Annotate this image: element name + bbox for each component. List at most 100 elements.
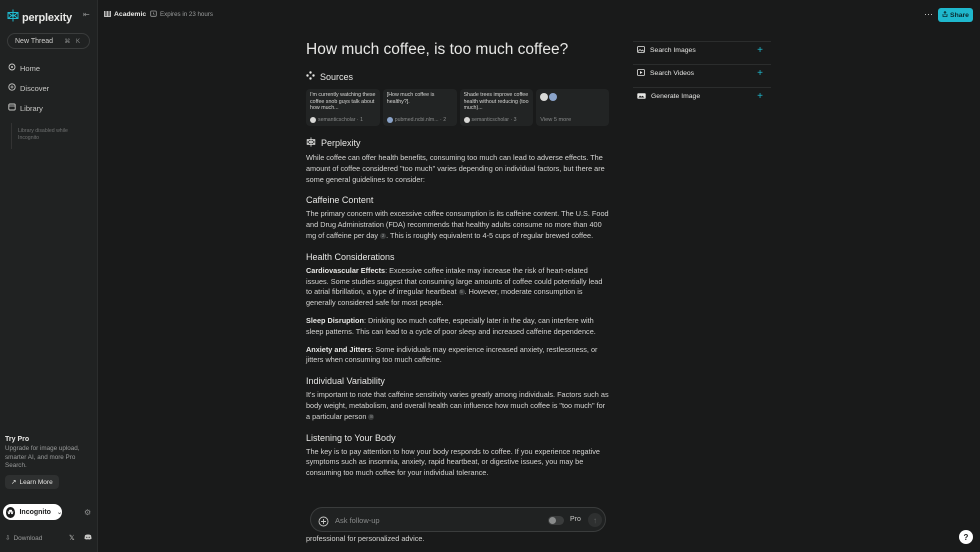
paragraph-end: professional for personalized advice. bbox=[306, 534, 425, 543]
more-options-icon[interactable]: ⋯ bbox=[924, 9, 933, 20]
view-more-sources[interactable]: View 5 more bbox=[536, 89, 609, 126]
download-icon[interactable]: ⇩ bbox=[5, 534, 10, 542]
share-icon bbox=[942, 10, 948, 19]
favicon-icon bbox=[540, 93, 549, 101]
source-meta-text: semanticscholar · 1 bbox=[318, 117, 363, 123]
favicon-icon bbox=[310, 117, 316, 123]
heading-caffeine-content: Caffeine Content bbox=[306, 195, 374, 206]
sources-icon bbox=[306, 71, 315, 82]
pro-label: Pro bbox=[570, 516, 581, 523]
favicon-stack bbox=[540, 93, 605, 101]
paragraph-listening: The key is to pay attention to how your … bbox=[306, 446, 600, 478]
gear-icon[interactable]: ⚙ bbox=[84, 508, 91, 517]
paragraph-cardio: Cardiovascular Effects: Excessive coffee… bbox=[306, 266, 609, 309]
image-icon bbox=[637, 46, 645, 55]
generate-image-label: Generate Image bbox=[651, 93, 701, 100]
sources-list: I'm currently watching these coffee snob… bbox=[306, 89, 609, 126]
help-button[interactable]: ? bbox=[959, 530, 973, 544]
source-title: I'm currently watching these coffee snob… bbox=[310, 92, 376, 111]
share-label: Share bbox=[950, 11, 969, 19]
source-meta: semanticscholar · 1 bbox=[310, 117, 363, 123]
answer-intro: While coffee can offer health benefits, … bbox=[306, 153, 605, 184]
sidebar-item-label: Home bbox=[20, 63, 41, 73]
share-button[interactable]: Share bbox=[938, 8, 973, 22]
toggle-knob bbox=[549, 517, 556, 524]
favicon-icon bbox=[386, 117, 393, 123]
search-videos-button[interactable]: Search Videos + bbox=[633, 64, 771, 82]
incognito-toggle[interactable]: Incognito ⌄ bbox=[3, 504, 62, 520]
answer-header: Perplexity bbox=[306, 137, 609, 149]
new-thread-label: New Thread bbox=[15, 37, 54, 45]
source-meta-text: pubmed.ncbi.nlm... · 2 bbox=[394, 117, 447, 123]
search-videos-label: Search Videos bbox=[650, 70, 695, 77]
sidebar-item-library[interactable]: Library bbox=[8, 103, 43, 113]
sidebar-item-label: Library bbox=[20, 103, 43, 113]
source-card[interactable]: Shade trees improve coffee health withou… bbox=[459, 89, 534, 126]
library-icon bbox=[8, 103, 16, 113]
paragraph-anxiety: Anxiety and Jitters: Some individuals ma… bbox=[306, 345, 609, 367]
academic-icon bbox=[104, 10, 111, 19]
favicon-icon bbox=[549, 93, 558, 101]
search-images-label: Search Images bbox=[650, 47, 696, 54]
compass-icon bbox=[8, 83, 16, 93]
sidebar-item-label: Discover bbox=[20, 83, 50, 93]
sidebar-footer: ⇩ Download 𝕏 bbox=[5, 534, 93, 542]
source-meta: semanticscholar · 3 bbox=[463, 117, 517, 123]
x-icon[interactable]: 𝕏 bbox=[69, 534, 75, 542]
try-pro-title: Try Pro bbox=[5, 436, 30, 443]
citation-badge[interactable]: 8 bbox=[368, 413, 375, 420]
collapse-sidebar-icon[interactable]: ⇤ bbox=[83, 10, 90, 19]
sidebar-item-discover[interactable]: Discover bbox=[8, 83, 49, 93]
incognito-icon bbox=[6, 506, 16, 518]
top-bar: Academic Expires in 23 hours ⋯ Share bbox=[98, 0, 980, 30]
chevron-down-icon: ⌄ bbox=[56, 509, 62, 516]
new-thread-button[interactable]: New Thread ⌘ K bbox=[7, 33, 90, 49]
answer-label: Perplexity bbox=[321, 138, 361, 148]
paragraph-variability: It's important to note that caffeine sen… bbox=[306, 390, 609, 422]
heading-listening: Listening to Your Body bbox=[306, 432, 396, 443]
try-pro-panel: Try Pro Upgrade for image upload, smarte… bbox=[5, 436, 93, 471]
pro-toggle[interactable] bbox=[548, 516, 564, 525]
perplexity-icon bbox=[306, 137, 316, 149]
paragraph-sleep: Sleep Disruption: Drinking too much coff… bbox=[306, 316, 609, 338]
heading-health-considerations: Health Considerations bbox=[306, 251, 395, 262]
video-icon bbox=[637, 69, 645, 78]
try-pro-description: Upgrade for image upload, smarter AI, an… bbox=[5, 445, 80, 469]
incognito-label: Incognito bbox=[19, 508, 51, 516]
generate-image-button[interactable]: Generate Image + bbox=[633, 87, 771, 105]
download-link[interactable]: Download bbox=[13, 535, 42, 542]
focus-mode-academic[interactable]: Academic bbox=[104, 10, 146, 19]
expires-text: Expires in 23 hours bbox=[160, 11, 213, 18]
attach-icon[interactable] bbox=[318, 514, 329, 532]
sources-label: Sources bbox=[320, 71, 354, 82]
search-images-button[interactable]: Search Images + bbox=[633, 41, 771, 59]
plus-icon: + bbox=[757, 68, 763, 79]
paragraph-text: . This is roughly equivalent to 4-5 cups… bbox=[386, 230, 594, 240]
heading-individual-variability: Individual Variability bbox=[306, 376, 385, 387]
source-card[interactable]: [How much coffee is healthy?]. pubmed.nc… bbox=[382, 89, 457, 126]
logo[interactable]: perplexity bbox=[7, 9, 72, 27]
learn-more-label: Learn More bbox=[19, 478, 53, 486]
sidebar-item-home[interactable]: Home bbox=[8, 63, 40, 73]
source-title: Shade trees improve coffee health withou… bbox=[463, 92, 529, 111]
source-meta-text: semanticscholar · 3 bbox=[471, 117, 517, 123]
question-title: How much coffee, is too much coffee? bbox=[306, 41, 569, 58]
generate-image-icon bbox=[637, 92, 646, 101]
ask-followup-input[interactable] bbox=[335, 513, 515, 527]
sources-header: Sources bbox=[306, 71, 609, 82]
expires-indicator: Expires in 23 hours bbox=[150, 10, 213, 19]
submit-button[interactable]: ↑ bbox=[588, 513, 602, 527]
sidebar: perplexity ⇤ New Thread ⌘ K Home Discove… bbox=[0, 0, 98, 552]
paragraph-caffeine: The primary concern with excessive coffe… bbox=[306, 209, 609, 241]
source-meta: pubmed.ncbi.nlm... · 2 bbox=[386, 117, 447, 123]
library-disabled-note: Library disabled while Incognito bbox=[11, 123, 85, 149]
discord-icon[interactable] bbox=[84, 534, 92, 542]
thread-main: How much coffee, is too much coffee? Sou… bbox=[306, 40, 609, 479]
source-title: [How much coffee is healthy?]. bbox=[386, 92, 435, 105]
source-card[interactable]: I'm currently watching these coffee snob… bbox=[306, 89, 380, 126]
plus-icon: + bbox=[757, 45, 763, 56]
logo-text: perplexity bbox=[22, 12, 72, 24]
view-more-label: View 5 more bbox=[540, 117, 572, 123]
learn-more-button[interactable]: ↗ Learn More bbox=[5, 475, 59, 489]
arrow-up-right-icon: ↗ bbox=[11, 479, 17, 486]
